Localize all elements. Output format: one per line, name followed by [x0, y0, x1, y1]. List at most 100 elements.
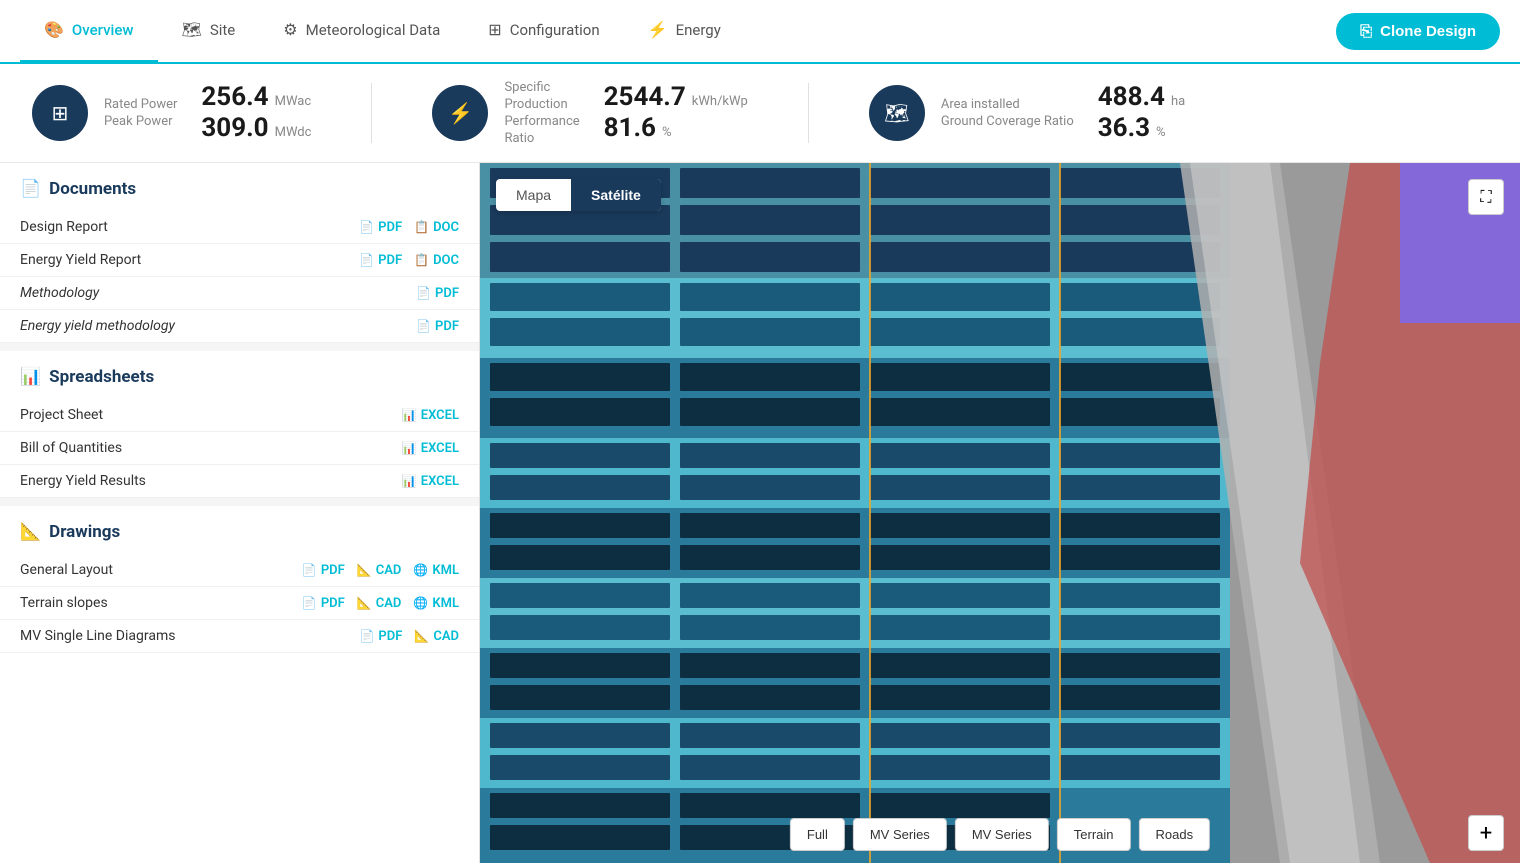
power-icon: ⊞	[32, 85, 88, 141]
rated-power-value: 256.4	[201, 83, 268, 112]
nav-bar: 🎨 Overview 🗺 Site ⚙ Meteorological Data …	[0, 0, 1520, 64]
perf-ratio-unit: %	[662, 125, 672, 140]
design-report-doc-label: DOC	[433, 220, 459, 235]
area-values: 488.4 ha 36.3 %	[1098, 83, 1185, 142]
methodology-links: 📄 PDF	[416, 286, 459, 301]
tab-site-label: Site	[210, 21, 235, 39]
energy-yield-doc-label: DOC	[433, 253, 459, 268]
mv-single-line-cad[interactable]: 📐 CAD	[414, 629, 459, 644]
doc-row-terrain-slopes: Terrain slopes 📄 PDF 📐 CAD 🌐 KML	[0, 587, 479, 620]
stat-divider-2	[808, 83, 809, 143]
doc-row-general-layout: General Layout 📄 PDF 📐 CAD 🌐 KML	[0, 554, 479, 587]
doc-row-methodology: Methodology 📄 PDF	[0, 277, 479, 310]
design-report-links: 📄 PDF 📋 DOC	[359, 220, 459, 235]
tab-energy[interactable]: ⚡ Energy	[624, 0, 745, 63]
power-values: 256.4 MWac 309.0 MWdc	[201, 83, 311, 142]
site-icon: 🗺	[182, 20, 202, 39]
gcr-value: 36.3	[1098, 114, 1150, 143]
mv-single-line-links: 📄 PDF 📐 CAD	[359, 629, 459, 644]
general-layout-kml[interactable]: 🌐 KML	[413, 563, 459, 578]
doc-row-project-sheet: Project Sheet 📊 EXCEL	[0, 399, 479, 432]
excel-icon-2: 📊	[402, 441, 417, 455]
doc-row-design-report: Design Report 📄 PDF 📋 DOC	[0, 211, 479, 244]
map-ctrl-mv-series-2[interactable]: MV Series	[955, 818, 1049, 851]
energy-methodology-pdf[interactable]: 📄 PDF	[416, 319, 459, 334]
cad-icon-1: 📐	[357, 563, 372, 577]
clone-design-button[interactable]: ⎘ Clone Design	[1336, 13, 1500, 50]
mv-single-line-pdf[interactable]: 📄 PDF	[359, 629, 402, 644]
energy-yield-results-excel[interactable]: 📊 EXCEL	[402, 474, 459, 489]
specific-prod-value: 2544.7	[604, 83, 686, 112]
nav-tabs: 🎨 Overview 🗺 Site ⚙ Meteorological Data …	[20, 0, 745, 63]
design-report-pdf[interactable]: 📄 PDF	[359, 220, 402, 235]
tab-overview-label: Overview	[72, 21, 134, 39]
bill-quantities-excel-label: EXCEL	[421, 441, 459, 456]
tab-configuration[interactable]: ⊞ Configuration	[464, 0, 623, 63]
stat-group-power: ⊞ Rated Power Peak Power 256.4 MWac 309.…	[32, 83, 311, 142]
doc-row-energy-yield: Energy Yield Report 📄 PDF 📋 DOC	[0, 244, 479, 277]
map-toggle: Mapa Satélite	[496, 179, 661, 211]
spreadsheets-icon: 📊	[20, 367, 41, 387]
terrain-slopes-pdf[interactable]: 📄 PDF	[302, 596, 345, 611]
map-toggle-mapa[interactable]: Mapa	[496, 179, 571, 211]
general-layout-cad[interactable]: 📐 CAD	[357, 563, 402, 578]
area-value: 488.4	[1098, 83, 1165, 112]
excel-icon-3: 📊	[402, 474, 417, 488]
design-report-doc[interactable]: 📋 DOC	[414, 220, 459, 235]
terrain-slopes-cad[interactable]: 📐 CAD	[357, 596, 402, 611]
sidebar: 📄 Documents Design Report 📄 PDF 📋 DOC En…	[0, 163, 480, 863]
documents-section-title: 📄 Documents	[0, 163, 479, 211]
pdf-icon-1: 📄	[359, 220, 374, 234]
terrain-slopes-kml-label: KML	[432, 596, 459, 611]
energy-yield-pdf[interactable]: 📄 PDF	[359, 253, 402, 268]
area-labels: Area installed Ground Coverage Ratio	[941, 97, 1074, 129]
rated-power-unit: MWac	[275, 94, 312, 109]
mv-single-line-cad-label: CAD	[433, 629, 459, 644]
doc-row-energy-yield-results: Energy Yield Results 📊 EXCEL	[0, 465, 479, 498]
methodology-pdf[interactable]: 📄 PDF	[416, 286, 459, 301]
zoom-plus-icon: +	[1480, 821, 1492, 846]
spreadsheets-title-text: Spreadsheets	[49, 367, 154, 387]
map-ctrl-terrain[interactable]: Terrain	[1057, 818, 1131, 851]
map-ctrl-roads[interactable]: Roads	[1139, 818, 1211, 851]
map-bottom-controls: Full MV Series MV Series Terrain Roads	[790, 818, 1210, 851]
energy-methodology-pdf-label: PDF	[435, 319, 459, 334]
general-layout-pdf[interactable]: 📄 PDF	[302, 563, 345, 578]
main-content: 📄 Documents Design Report 📄 PDF 📋 DOC En…	[0, 163, 1520, 863]
stat-divider-1	[371, 83, 372, 143]
specific-prod-label: Specific	[504, 80, 579, 95]
tab-overview[interactable]: 🎨 Overview	[20, 0, 158, 63]
map-fullscreen-button[interactable]: ⛶	[1468, 179, 1504, 215]
documents-icon: 📄	[20, 179, 41, 199]
bill-quantities-links: 📊 EXCEL	[402, 441, 459, 456]
tab-meteorological[interactable]: ⚙ Meteorological Data	[259, 0, 464, 63]
energy-yield-results-name: Energy Yield Results	[20, 473, 402, 489]
map-ctrl-mv-series-1[interactable]: MV Series	[853, 818, 947, 851]
stat-group-area: 🗺 Area installed Ground Coverage Ratio 4…	[869, 83, 1185, 142]
general-layout-pdf-label: PDF	[321, 563, 345, 578]
map-ctrl-full[interactable]: Full	[790, 818, 845, 851]
map-zoom-plus-button[interactable]: +	[1468, 815, 1504, 851]
documents-title-text: Documents	[49, 179, 136, 199]
terrain-slopes-kml[interactable]: 🌐 KML	[413, 596, 459, 611]
kml-icon-2: 🌐	[413, 596, 428, 610]
tab-meteo-label: Meteorological Data	[306, 21, 441, 39]
stat-group-production: ⚡ Specific Production Performance Ratio …	[432, 80, 747, 146]
map-toggle-satelite[interactable]: Satélite	[571, 179, 661, 211]
map-visualization	[480, 163, 1520, 863]
pdf-icon-2: 📄	[359, 253, 374, 267]
perf-ratio-label: Performance	[504, 114, 579, 129]
gcr-unit: %	[1156, 125, 1166, 140]
energy-methodology-name: Energy yield methodology	[20, 318, 416, 334]
doc-row-energy-methodology: Energy yield methodology 📄 PDF	[0, 310, 479, 343]
bill-quantities-excel[interactable]: 📊 EXCEL	[402, 441, 459, 456]
project-sheet-excel[interactable]: 📊 EXCEL	[402, 408, 459, 423]
cad-icon-3: 📐	[414, 629, 429, 643]
excel-icon-1: 📊	[402, 408, 417, 422]
pdf-icon-3: 📄	[416, 286, 431, 300]
energy-yield-links: 📄 PDF 📋 DOC	[359, 253, 459, 268]
config-icon: ⊞	[488, 20, 501, 39]
tab-site[interactable]: 🗺 Site	[158, 0, 260, 63]
perf-ratio-value: 81.6	[604, 114, 656, 143]
energy-yield-doc[interactable]: 📋 DOC	[414, 253, 459, 268]
